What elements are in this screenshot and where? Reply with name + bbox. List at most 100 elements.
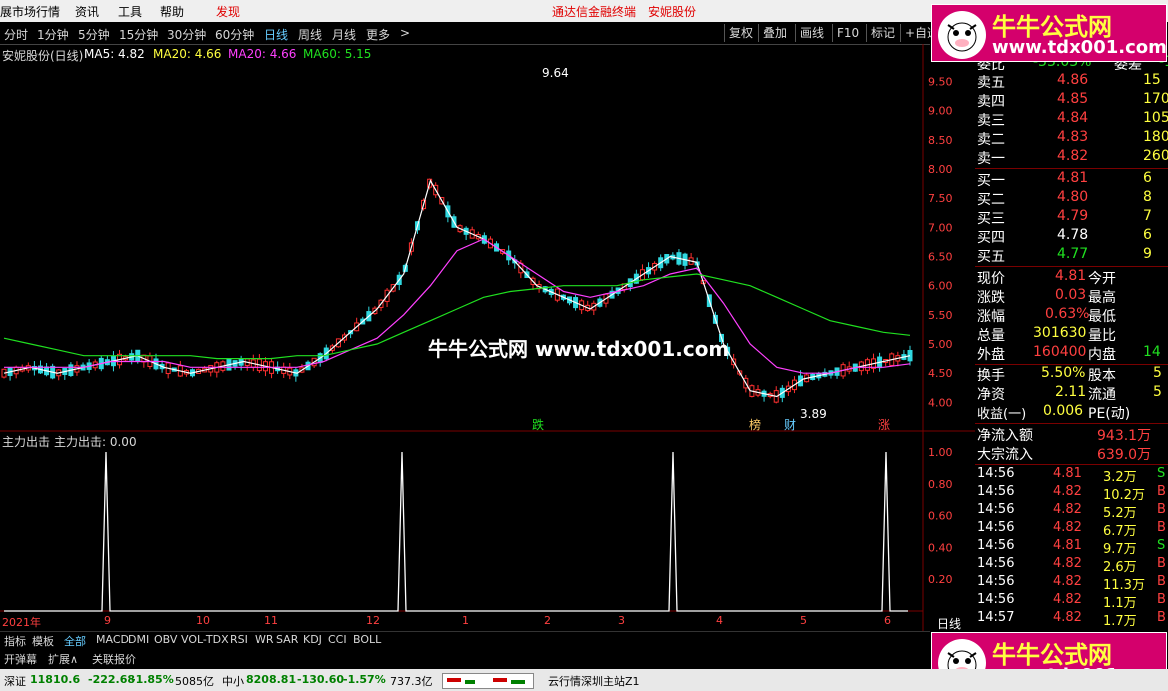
tab-cci[interactable]: CCI: [328, 633, 347, 646]
ask-row[interactable]: 卖二 4.83 180: [975, 129, 1168, 148]
indicator-value: 主力出击: 0.00: [54, 435, 137, 449]
watermark-top: 牛牛公式网 www.tdx001.com: [931, 4, 1167, 62]
event-mark[interactable]: 财: [784, 416, 796, 433]
server-label[interactable]: 云行情深圳主站Z1: [548, 673, 640, 689]
period-toolbar: 分时 1分钟 5分钟 15分钟 30分钟 60分钟 日线 周线 月线 更多 > …: [0, 23, 939, 45]
tick-row[interactable]: 14:56 4.82 10.2万 B: [975, 484, 1168, 503]
related-quote-button[interactable]: 关联报价: [92, 651, 136, 667]
link-stock[interactable]: 安妮股份: [648, 3, 696, 20]
expand-button[interactable]: 扩展∧: [48, 651, 78, 667]
tick-row[interactable]: 14:56 4.82 1.1万 B: [975, 592, 1168, 611]
sz-label: 深证: [4, 675, 26, 688]
time-label: 10: [196, 614, 210, 627]
tick-volume: 10.2万: [1103, 488, 1145, 503]
chevron-right-icon[interactable]: >: [400, 26, 410, 40]
flow-value: 639.0万: [1097, 447, 1152, 463]
ask-price: 4.84: [1057, 110, 1089, 126]
tab-macd[interactable]: MACD: [96, 633, 129, 646]
period-tick[interactable]: 分时: [4, 26, 28, 43]
tab-kdj[interactable]: KDJ: [303, 633, 322, 646]
menu-market[interactable]: 展市场行情: [0, 3, 60, 20]
bid-label: 买三: [977, 211, 1005, 227]
tick-price: 4.82: [1053, 556, 1082, 571]
tab-indicator[interactable]: 指标: [4, 633, 26, 649]
time-label: 11: [264, 614, 278, 627]
price-tick: 5.50: [928, 309, 953, 322]
menu-help[interactable]: 帮助: [160, 3, 184, 20]
link-terminal[interactable]: 通达信金融终端: [552, 3, 636, 20]
tick-row[interactable]: 14:57 4.82 1.7万 B: [975, 610, 1168, 629]
sz-value: 11810.6: [30, 673, 81, 686]
tick-volume: 2.6万: [1103, 560, 1137, 575]
draw-button[interactable]: 画线: [795, 24, 828, 42]
divider: [975, 423, 1168, 424]
bid-row[interactable]: 买五 4.77 9: [975, 246, 1168, 265]
tick-row[interactable]: 14:56 4.82 6.7万 B: [975, 520, 1168, 539]
danmaku-button[interactable]: 开弹幕: [4, 651, 37, 667]
tick-list[interactable]: 14:56 4.81 3.2万 S 14:56 4.82 10.2万 B 14:56 4.82 5.…: [975, 466, 1168, 630]
tick-time: 14:56: [977, 466, 1015, 481]
event-mark[interactable]: 跌: [532, 416, 544, 433]
stat-value: 5: [1153, 384, 1162, 400]
mark-button[interactable]: 标记: [866, 24, 899, 42]
tab-vol-tdx[interactable]: VOL-TDX: [181, 633, 229, 646]
price-tick: 8.00: [928, 163, 953, 176]
ask-row[interactable]: 卖五 4.86 15: [975, 72, 1168, 91]
tab-obv[interactable]: OBV: [154, 633, 177, 646]
bid-price: 4.78: [1057, 227, 1089, 243]
bid-row[interactable]: 买二 4.80 8: [975, 189, 1168, 208]
tab-rsi[interactable]: RSI: [230, 633, 248, 646]
stat-value: 0.03: [1055, 287, 1087, 303]
period-daily[interactable]: 日线: [264, 26, 288, 43]
fuquan-button[interactable]: 复权: [724, 24, 757, 42]
overlay-button[interactable]: 叠加: [758, 24, 791, 42]
period-1min[interactable]: 1分钟: [37, 26, 69, 43]
ask-label: 卖一: [977, 151, 1005, 167]
period-weekly[interactable]: 周线: [298, 26, 322, 43]
menu-tools[interactable]: 工具: [118, 3, 142, 20]
divider: [975, 168, 1168, 169]
ask-row[interactable]: 卖三 4.84 105: [975, 110, 1168, 129]
stat-row: 现价 4.81 今开: [975, 268, 1168, 287]
tick-row[interactable]: 14:56 4.81 3.2万 S: [975, 466, 1168, 485]
tab-sar[interactable]: SAR: [276, 633, 298, 646]
ask-row[interactable]: 卖四 4.85 170: [975, 91, 1168, 110]
tick-row[interactable]: 14:56 4.82 2.6万 B: [975, 556, 1168, 575]
f10-button[interactable]: F10: [832, 24, 863, 42]
tab-dmi[interactable]: DMI: [128, 633, 149, 646]
flow-row: 净流入额 943.1万: [975, 425, 1168, 444]
tick-time: 14:56: [977, 592, 1015, 607]
tick-row[interactable]: 14:56 4.81 9.7万 S: [975, 538, 1168, 557]
stat-row: 外盘 160400 内盘 14: [975, 344, 1168, 363]
event-mark[interactable]: 涨: [878, 416, 890, 433]
indicator-header: 主力出击 主力出击: 0.00: [2, 433, 302, 449]
bid-row[interactable]: 买一 4.81 6: [975, 170, 1168, 189]
period-60min[interactable]: 60分钟: [215, 26, 254, 43]
period-30min[interactable]: 30分钟: [167, 26, 206, 43]
tab-wr[interactable]: WR: [255, 633, 274, 646]
bid-row[interactable]: 买三 4.79 7: [975, 208, 1168, 227]
tick-price: 4.82: [1053, 592, 1082, 607]
tick-row[interactable]: 14:56 4.82 5.2万 B: [975, 502, 1168, 521]
menu-discover[interactable]: 发现: [216, 3, 240, 20]
period-more[interactable]: 更多: [366, 26, 390, 43]
stat-value: 4.81: [1055, 268, 1087, 284]
tick-side: S: [1157, 466, 1166, 481]
stat-value: 5.50%: [1041, 365, 1086, 381]
tab-all[interactable]: 全部: [64, 633, 86, 649]
ask-row[interactable]: 卖一 4.82 260: [975, 148, 1168, 167]
tab-boll[interactable]: BOLL: [353, 633, 381, 646]
event-mark[interactable]: 榜: [749, 416, 761, 433]
period-5min[interactable]: 5分钟: [78, 26, 110, 43]
period-15min[interactable]: 15分钟: [119, 26, 158, 43]
period-monthly[interactable]: 月线: [332, 26, 356, 43]
time-label: 3: [618, 614, 625, 627]
tick-volume: 1.1万: [1103, 596, 1137, 611]
stat-value: 160400: [1033, 344, 1087, 360]
menu-news[interactable]: 资讯: [75, 3, 99, 20]
tick-row[interactable]: 14:56 4.82 11.3万 B: [975, 574, 1168, 593]
tab-template[interactable]: 模板: [32, 633, 54, 649]
bid-row[interactable]: 买四 4.78 6: [975, 227, 1168, 246]
stat-value: 2.11: [1055, 384, 1087, 400]
tick-time: 14:56: [977, 520, 1015, 535]
